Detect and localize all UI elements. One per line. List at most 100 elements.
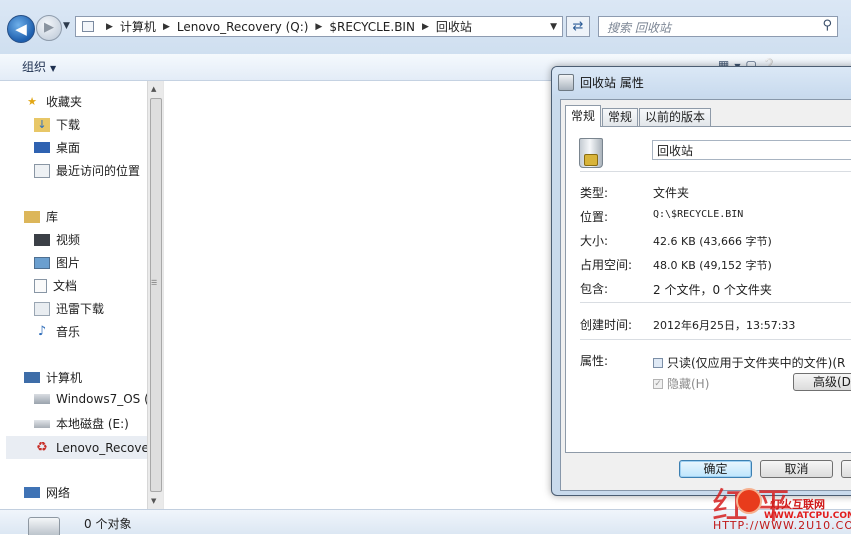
nav-item-label: Lenovo_Recove [56,440,149,455]
address-field[interactable]: ▶ 计算机 ▶ Lenovo_Recovery (Q:) ▶ $RECYCLE.… [75,16,563,37]
chevron-right-icon[interactable]: ▶ [315,22,322,32]
contains-value: 2 个文件，0 个文件夹 [653,283,772,297]
music-note-icon: ♪ [37,323,47,339]
video-icon [34,233,50,246]
nav-item-drive-windows7[interactable]: Windows7_OS ( [34,392,149,406]
nav-item-music[interactable]: ♪ 音乐 [34,323,80,340]
ok-button[interactable]: 确定 [679,460,752,478]
chevron-right-icon[interactable]: ▶ [422,22,429,32]
scroll-down-icon[interactable]: ▼ [151,497,156,505]
chevron-right-icon[interactable]: ▶ [106,22,113,32]
recent-places-icon [34,163,50,178]
nav-item-desktop[interactable]: 桌面 [34,139,80,156]
chevron-right-icon[interactable]: ▶ [163,22,170,32]
search-icon[interactable]: ⚲ [822,18,832,33]
divider [580,171,851,172]
breadcrumb-computer[interactable]: 计算机 [120,18,156,35]
disk-size-value: 48.0 KB (49,152 字节) [653,259,772,272]
nav-pane-scrollbar[interactable]: ▲ ☰ ▼ [147,81,163,509]
forward-button[interactable]: ▶ [36,15,62,41]
nav-item-xunlei-downloads[interactable]: 迅雷下载 [34,300,104,317]
search-input[interactable]: 搜索 回收站 ⚲ [598,16,838,37]
lock-icon [584,154,598,166]
nav-item-label: 文档 [53,279,78,293]
dialog-body: 常规 常规 以前的版本 回收站 类型: 文件夹 位置: Q:\$RECYCLE.… [560,99,851,491]
dialog-titlebar[interactable]: 回收站 属性 [552,67,851,97]
nav-item-drive-q[interactable]: ♻ Lenovo_Recove [6,436,149,459]
nav-item-downloads[interactable]: ↓ 下载 [34,116,80,133]
apply-button[interactable] [841,460,851,478]
desktop-icon [34,142,50,153]
back-button[interactable]: ◀ [7,15,35,43]
nav-item-label: 桌面 [56,141,81,155]
nav-item-label: Windows7_OS ( [56,392,149,406]
organize-label: 组织 [22,60,47,74]
scroll-up-icon[interactable]: ▲ [151,85,156,93]
readonly-checkbox[interactable]: 只读(仅应用于文件夹中的文件)(R [653,354,845,371]
library-icon [24,210,40,223]
address-history-dropdown[interactable]: ▼ [550,22,557,32]
nav-item-videos[interactable]: 视频 [34,231,80,248]
nav-network[interactable]: 网络 [24,484,70,501]
computer-icon [24,372,40,383]
network-icon [24,487,40,498]
recycle-bin-icon [558,74,574,91]
search-placeholder: 搜索 回收站 [607,21,671,35]
advanced-button[interactable]: 高级(D [793,373,851,391]
watermark-logo [736,488,762,514]
checkmark-icon[interactable]: ✓ [653,378,663,389]
nav-item-drive-e[interactable]: 本地磁盘 (E:) [34,415,129,432]
scrollbar-thumb[interactable] [150,98,162,492]
nav-libraries-label: 库 [46,210,59,224]
disk-size-label: 占用空间: [580,258,633,272]
nav-item-pictures[interactable]: 图片 [34,254,80,271]
location-value: Q:\$RECYCLE.BIN [653,209,744,220]
star-icon: ★ [27,94,37,108]
size-value: 42.6 KB (43,666 字节) [653,235,772,248]
chevron-down-icon: ▼ [50,64,57,73]
cancel-button[interactable]: 取消 [760,460,833,478]
size-label: 大小: [580,234,609,248]
downloads-folder-icon: ↓ [34,117,50,132]
created-value: 2012年6月25日，13:57:33 [653,319,796,332]
nav-item-documents[interactable]: 文档 [34,277,77,294]
nav-libraries[interactable]: 库 [24,208,58,225]
address-bar-area: ◀ ▶ ▼ ▶ 计算机 ▶ Lenovo_Recovery (Q:) ▶ $RE… [0,0,851,54]
nav-item-label: 音乐 [56,325,81,339]
recycle-folder-icon [82,21,94,32]
breadcrumb-drive[interactable]: Lenovo_Recovery (Q:) [177,20,309,34]
arrow-left-icon: ◀ [15,20,27,38]
nav-favorites[interactable]: ★ 收藏夹 [24,93,82,110]
recent-pages-dropdown[interactable]: ▼ [63,21,70,31]
nav-network-label: 网络 [46,486,71,500]
picture-icon [34,256,50,269]
item-count: 0 个对象 [84,517,132,531]
hidden-checkbox[interactable]: ✓ 隐藏(H) [653,375,709,392]
breadcrumb-recycle-bin[interactable]: 回收站 [436,18,472,35]
recycle-drive-icon: ♻ [36,439,48,455]
hard-drive-icon [34,419,50,428]
breadcrumb-recycle-bin-folder[interactable]: $RECYCLE.BIN [329,20,415,34]
nav-item-recent-places[interactable]: 最近访问的位置 [34,162,140,179]
refresh-icon: ⇄ [572,19,584,34]
dialog-tabs: 常规 常规 以前的版本 [565,105,712,127]
navigation-pane: ★ 收藏夹 ↓ 下载 桌面 最近访问的位置 库 视频 图片 文档 迅雷下载 ♪ … [0,81,149,509]
name-field[interactable]: 回收站 [652,140,851,160]
contains-label: 包含: [580,282,609,296]
organize-button[interactable]: 组织 ▼ [22,58,56,75]
checkbox-indeterminate-icon[interactable] [653,357,663,368]
nav-item-label: 图片 [56,256,81,270]
tab-general-2[interactable]: 常规 [602,108,639,126]
tab-previous-versions[interactable]: 以前的版本 [639,108,712,126]
nav-item-label: 下载 [56,118,81,132]
tab-general[interactable]: 常规 [565,105,602,127]
properties-dialog: 回收站 属性 常规 常规 以前的版本 回收站 类型: 文件夹 位置: Q:\$R… [551,66,851,496]
nav-computer[interactable]: 计算机 [24,369,82,386]
recycle-bin-icon [579,138,603,168]
recycle-bin-icon [28,517,60,535]
attributes-label: 属性: [580,354,609,368]
watermark-footer: HTTP://WWW.2U10.COM [713,519,851,532]
refresh-button[interactable]: ⇄ [566,16,590,37]
hidden-label: 隐藏(H) [667,377,710,391]
folder-icon [34,301,50,316]
